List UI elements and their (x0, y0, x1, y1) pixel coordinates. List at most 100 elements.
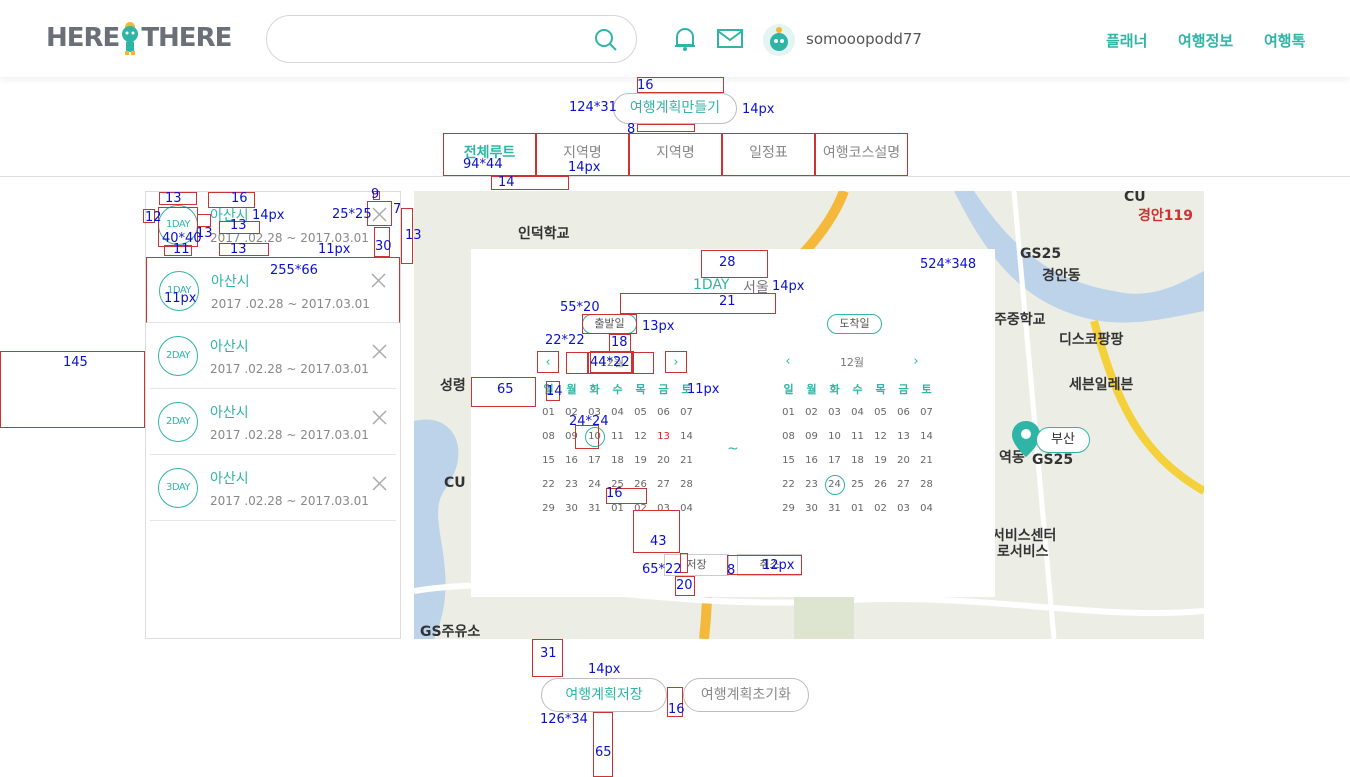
calendar-day[interactable]: 01 (777, 401, 800, 425)
calendar-day[interactable]: 26 (869, 473, 892, 497)
calendar-day[interactable]: 06 (652, 401, 675, 425)
logo-there: THERE (141, 23, 232, 53)
mail-icon[interactable] (717, 29, 743, 53)
calendar-day[interactable]: 29 (537, 497, 560, 521)
calendar-day[interactable]: 20 (652, 449, 675, 473)
prev-month-arrow-icon[interactable]: ‹ (777, 351, 799, 373)
list-item[interactable]: 2DAY 아산시 2017 .02.28 ~ 2017.03.01 (150, 389, 396, 455)
calendar-day[interactable]: 15 (537, 449, 560, 473)
tab-region-2[interactable]: 지역명 (629, 133, 722, 176)
search-box[interactable] (266, 15, 637, 63)
nav-planner[interactable]: 플래너 (1106, 30, 1147, 51)
calendar-day[interactable]: 06 (892, 401, 915, 425)
calendar-day[interactable]: 18 (846, 449, 869, 473)
make-plan-button[interactable]: 여행계획만들기 (613, 93, 737, 124)
save-plan-button[interactable]: 여행계획저장 (541, 678, 667, 712)
calendar-day[interactable]: 12 (869, 425, 892, 449)
calendar-day[interactable]: 31 (823, 497, 846, 521)
logo[interactable]: HERE THERE (46, 20, 232, 56)
calendar-day[interactable]: 09 (800, 425, 823, 449)
calendar-day[interactable]: 30 (800, 497, 823, 521)
calendar-day[interactable]: 28 (675, 473, 698, 497)
calendar-day[interactable]: 01 (537, 401, 560, 425)
calendar-day[interactable]: 24 (824, 475, 845, 495)
calendar-day[interactable]: 19 (629, 449, 652, 473)
tab-course-description[interactable]: 여행코스설명 (815, 133, 908, 176)
calendar-day[interactable]: 05 (629, 401, 652, 425)
nav-travel-info[interactable]: 여행정보 (1178, 30, 1233, 51)
search-icon[interactable] (594, 28, 618, 56)
calendar-day[interactable]: 14 (915, 425, 938, 449)
close-icon[interactable] (367, 471, 392, 496)
calendar-day[interactable]: 10 (823, 425, 846, 449)
calendar-day[interactable]: 04 (915, 497, 938, 521)
calendar-day[interactable]: 02 (869, 497, 892, 521)
measure-label: 25*25 (332, 207, 372, 222)
measure-label: 14px (742, 102, 775, 117)
calendar-day[interactable]: 27 (652, 473, 675, 497)
calendar-day[interactable]: 08 (537, 425, 560, 449)
calendar-day[interactable]: 22 (777, 473, 800, 497)
calendar-day[interactable]: 14 (675, 425, 698, 449)
calendar-day[interactable]: 03 (823, 401, 846, 425)
calendar-day[interactable]: 18 (606, 449, 629, 473)
next-month-arrow-icon[interactable]: › (905, 351, 927, 373)
calendar-day[interactable]: 20 (892, 449, 915, 473)
calendar-day[interactable]: 04 (846, 401, 869, 425)
calendar-day[interactable]: 05 (869, 401, 892, 425)
calendar-day[interactable]: 03 (892, 497, 915, 521)
calendar-day[interactable]: 16 (560, 449, 583, 473)
calendar-day[interactable]: 31 (583, 497, 606, 521)
calendar-day[interactable]: 30 (560, 497, 583, 521)
calendar-day[interactable]: 29 (777, 497, 800, 521)
next-month-arrow-icon[interactable]: › (665, 351, 687, 373)
calendar-day[interactable]: 01 (846, 497, 869, 521)
calendar-day[interactable]: 23 (560, 473, 583, 497)
calendar-day[interactable]: 13 (652, 425, 675, 449)
calendar-day[interactable]: 08 (777, 425, 800, 449)
close-icon[interactable] (366, 268, 391, 293)
date-range: 2017 .02.28 ~ 2017.03.01 (210, 494, 369, 508)
list-item[interactable]: 2DAY 아산시 2017 .02.28 ~ 2017.03.01 (150, 323, 396, 389)
measure-label: 21 (719, 294, 736, 309)
calendar-day[interactable]: 11 (846, 425, 869, 449)
spec-box (620, 293, 776, 314)
calendar-day[interactable]: 15 (777, 449, 800, 473)
close-icon[interactable] (367, 339, 392, 364)
map-label: 주중학교 (994, 312, 1046, 328)
calendar-day[interactable]: 24 (583, 473, 606, 497)
measure-label: 44*22 (590, 355, 630, 370)
map-label: GS25 (1020, 246, 1062, 262)
calendar-day[interactable]: 28 (915, 473, 938, 497)
calendar-day[interactable]: 22 (537, 473, 560, 497)
calendar-day[interactable]: 04 (606, 401, 629, 425)
prev-month-arrow-icon[interactable]: ‹ (537, 351, 559, 373)
calendar-day[interactable]: 13 (892, 425, 915, 449)
calendar-day[interactable]: 12 (629, 425, 652, 449)
measure-label: 30 (375, 239, 392, 254)
tab-schedule[interactable]: 일정표 (722, 133, 815, 176)
bell-icon[interactable] (673, 26, 697, 56)
nav-travel-talk[interactable]: 여행톡 (1264, 30, 1305, 51)
calendar-day[interactable]: 11 (606, 425, 629, 449)
calendar-day[interactable]: 23 (800, 473, 823, 497)
month-label: 12월 (839, 356, 865, 369)
list-item[interactable]: 3DAY 아산시 2017 .02.28 ~ 2017.03.01 (150, 455, 396, 521)
username[interactable]: somooopodd77 (806, 30, 922, 48)
calendar-day[interactable]: 21 (915, 449, 938, 473)
calendar-day[interactable]: 21 (675, 449, 698, 473)
calendar-day[interactable]: 17 (583, 449, 606, 473)
calendar-day[interactable]: 17 (823, 449, 846, 473)
calendar-day[interactable]: 07 (915, 401, 938, 425)
calendar-day[interactable]: 07 (675, 401, 698, 425)
reset-plan-button[interactable]: 여행계획초기화 (683, 678, 809, 712)
weekday-label: 월 (566, 383, 577, 396)
avatar-icon[interactable] (763, 24, 795, 56)
search-input[interactable] (287, 28, 577, 50)
calendar-day[interactable]: 19 (869, 449, 892, 473)
close-icon[interactable] (367, 405, 392, 430)
calendar-day[interactable]: 02 (800, 401, 823, 425)
calendar-day[interactable]: 27 (892, 473, 915, 497)
calendar-day[interactable]: 16 (800, 449, 823, 473)
calendar-day[interactable]: 25 (846, 473, 869, 497)
